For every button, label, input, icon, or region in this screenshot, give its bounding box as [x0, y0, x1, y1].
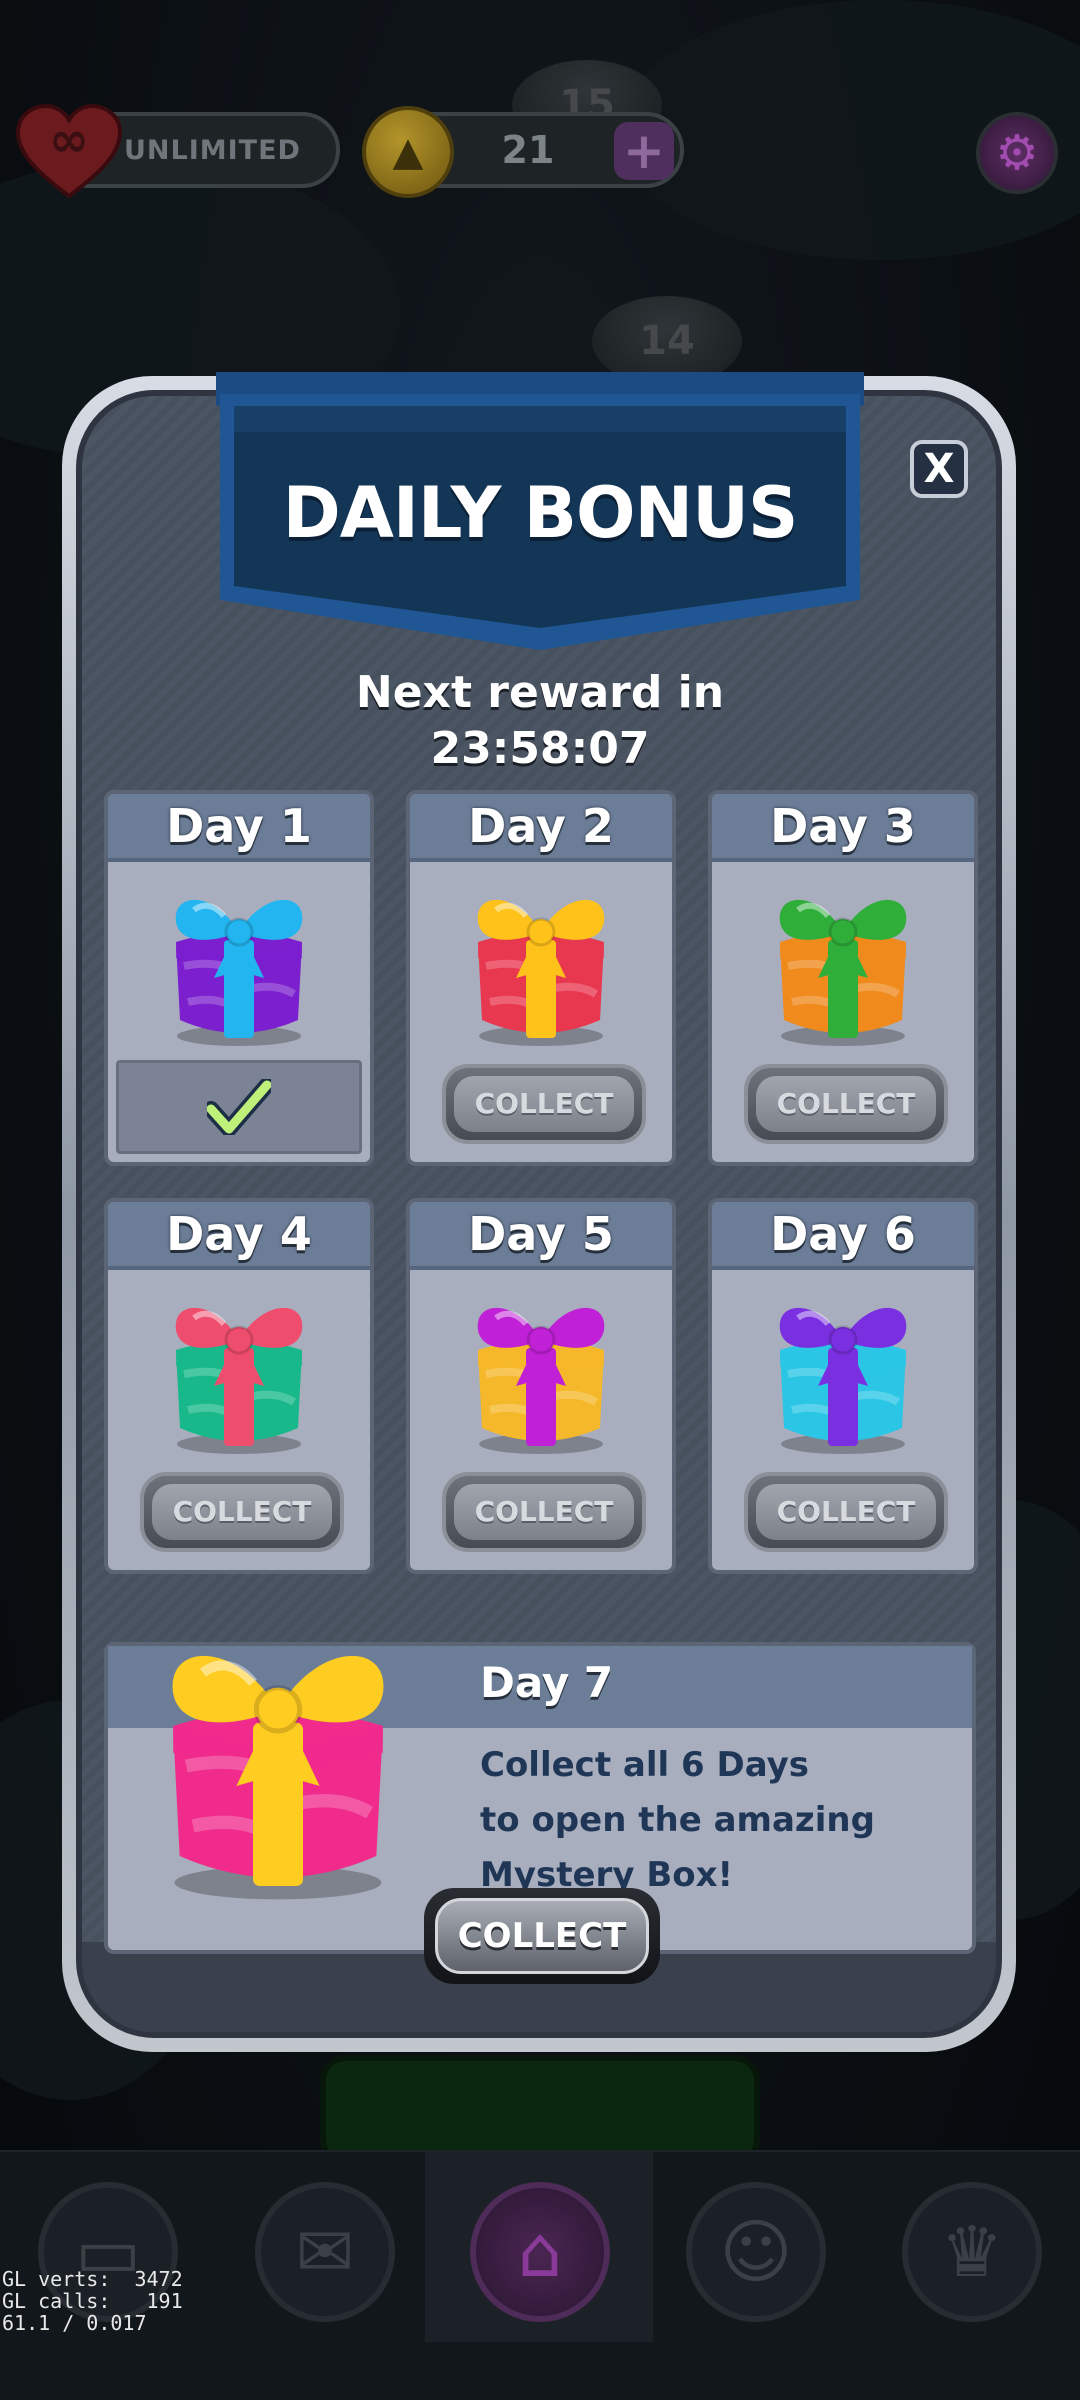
checkmark-icon [207, 1079, 271, 1135]
home-icon: ⌂ [517, 2211, 563, 2293]
lives-counter[interactable]: ∞ UNLIMITED [15, 104, 340, 199]
next-reward-timer: 23:58:07 [430, 723, 650, 774]
close-button[interactable]: X [910, 440, 968, 498]
next-reward: Next reward in 23:58:07 [0, 665, 1080, 777]
day-1-card: Day 1 [104, 790, 374, 1166]
claimed-indicator [116, 1060, 362, 1154]
gift-box-icon [779, 1307, 907, 1454]
settings-button[interactable]: ⚙ [976, 112, 1058, 194]
coins-counter[interactable]: ▲ 21 + [362, 106, 684, 198]
debug-overlay: GL verts: 3472 GL calls: 191 61.1 / 0.017 [2, 2268, 183, 2334]
lives-label: UNLIMITED [124, 134, 301, 166]
gear-icon: ⚙ [995, 125, 1039, 181]
nav-trophy[interactable]: ♛ [902, 2182, 1042, 2322]
day-7-label: Day 7 [480, 1658, 614, 1707]
day-6-card: Day 6 COLLECT [708, 1198, 978, 1574]
day-7-card: Day 7 Collect all 6 Days to open the ama… [104, 1642, 976, 1984]
trophy-icon: ♛ [940, 2211, 1004, 2293]
modal-title: DAILY BONUS [282, 472, 799, 554]
collect-button[interactable]: COLLECT [744, 1472, 948, 1552]
close-icon: X [923, 446, 955, 492]
collect-button[interactable]: COLLECT [442, 1472, 646, 1552]
mystery-box-gift-icon [172, 1655, 384, 1900]
day-3-card: Day 3 COLLECT [708, 790, 978, 1166]
collect-label: COLLECT [756, 1484, 936, 1540]
collect-label: COLLECT [454, 1484, 634, 1540]
coins-value: 21 [501, 128, 555, 172]
day-7-description: Collect all 6 Days to open the amazing M… [480, 1738, 875, 1903]
collect-button[interactable]: COLLECT [442, 1064, 646, 1144]
collect-button[interactable]: COLLECT [744, 1064, 948, 1144]
next-reward-label: Next reward in [355, 667, 725, 718]
add-coins-button[interactable]: + [614, 122, 674, 180]
svg-text:∞: ∞ [49, 112, 89, 168]
gift-box-icon [175, 899, 303, 1046]
debug-line: 61.1 / 0.017 [2, 2311, 147, 2335]
day-7-collect-label: COLLECT [435, 1898, 649, 1974]
gift-box-icon [779, 899, 907, 1046]
nav-friends[interactable]: ☺ [686, 2182, 826, 2322]
debug-line: GL verts: 3472 [2, 2267, 183, 2291]
gift-box-icon [477, 899, 605, 1046]
infinity-heart-icon: ∞ [15, 104, 123, 199]
day-label: Day 6 [712, 1202, 974, 1270]
day-5-card: Day 5 COLLECT [406, 1198, 676, 1574]
day-label: Day 1 [108, 794, 370, 862]
nav-home[interactable]: ⌂ [470, 2182, 610, 2322]
day-label: Day 4 [108, 1202, 370, 1270]
day-7-collect-button[interactable]: COLLECT [424, 1888, 660, 1984]
debug-line: GL calls: 191 [2, 2289, 183, 2313]
collect-button[interactable]: COLLECT [140, 1472, 344, 1552]
nav-mail[interactable]: ✉ [255, 2182, 395, 2322]
collect-label: COLLECT [756, 1076, 936, 1132]
game-screen: 15 14 ∞ UNLIMITED ▲ 21 + ⚙ DAILY BONUS X… [0, 0, 1080, 2400]
friends-icon: ☺ [719, 2211, 793, 2293]
collect-label: COLLECT [454, 1076, 634, 1132]
day-label: Day 5 [410, 1202, 672, 1270]
collect-label: COLLECT [152, 1484, 332, 1540]
day-7-desc-line: Collect all 6 Days [480, 1745, 810, 1785]
day-4-card: Day 4 COLLECT [104, 1198, 374, 1574]
day-label: Day 3 [712, 794, 974, 862]
day-label: Day 2 [410, 794, 672, 862]
day-2-card: Day 2 COLLECT [406, 790, 676, 1166]
coin-icon: ▲ [362, 106, 454, 198]
gift-box-icon [477, 1307, 605, 1454]
day-7-desc-line: to open the amazing [480, 1800, 875, 1840]
gift-box-icon [175, 1307, 303, 1454]
mail-icon: ✉ [295, 2211, 355, 2293]
